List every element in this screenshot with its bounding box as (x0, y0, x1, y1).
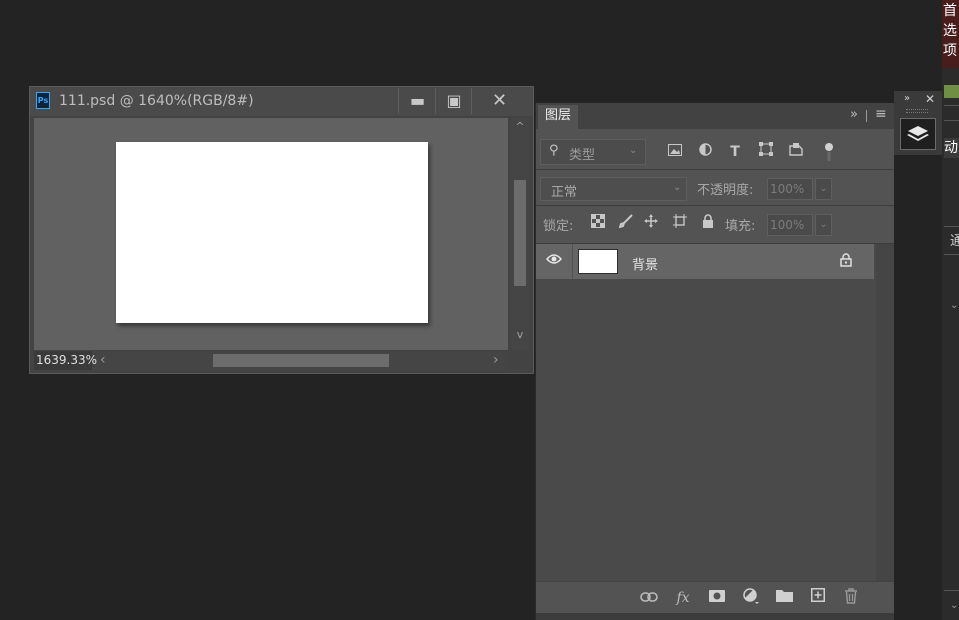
layers-list-scrollbar[interactable] (876, 244, 894, 581)
type-filter-icon[interactable]: T (724, 141, 746, 163)
opacity-label: 不透明度: (697, 183, 754, 198)
opacity-input[interactable]: 100% (767, 178, 813, 200)
fill-dropdown-icon[interactable]: ⌄ (815, 214, 832, 236)
delete-layer-icon[interactable] (839, 588, 863, 608)
collapse-panel-icon[interactable]: » (850, 107, 858, 122)
layer-name[interactable]: 背景 (632, 254, 658, 273)
close-button[interactable]: ✕ (471, 88, 527, 114)
panel-resize-grip[interactable] (536, 613, 894, 620)
photoshop-icon: Ps (36, 92, 50, 109)
divider (536, 205, 894, 206)
lock-transparency-icon[interactable] (587, 213, 609, 235)
layers-panel-footer: fx (536, 581, 894, 614)
animation-tab-label: 动 (944, 140, 958, 156)
filter-kind-select[interactable]: ⚲ 类型 ⌄ (540, 139, 646, 165)
filter-kind-label: 类型 (569, 148, 596, 163)
divider (944, 590, 959, 591)
collapsed-panel-dock: » ✕ (894, 91, 942, 155)
layers-dock-button[interactable] (900, 118, 936, 150)
link-layers-icon[interactable] (637, 588, 661, 608)
layer-thumbnail[interactable] (578, 249, 618, 274)
scroll-right-icon[interactable]: › (493, 351, 499, 370)
lock-pixels-icon[interactable] (615, 213, 637, 235)
channel-label: 通 (950, 234, 959, 249)
layers-list: 背景 (536, 244, 894, 581)
layers-panel: 图层 » ≡ ⚲ 类型 ⌄ T 正常 ⌄ 不透明度: 100% ⌄ 锁定: 填充… (535, 103, 894, 620)
prefs-char: 选 (943, 23, 957, 39)
add-mask-icon[interactable] (705, 588, 729, 608)
tab-layers[interactable]: 图层 (538, 105, 578, 129)
document-canvas[interactable] (116, 142, 428, 323)
document-title: 111.psd @ 1640%(RGB/8#) (59, 93, 254, 109)
divider (944, 254, 959, 255)
lock-artboard-icon[interactable] (669, 213, 691, 235)
close-dock-icon[interactable]: ✕ (925, 92, 935, 106)
header-divider (866, 110, 867, 122)
prefs-char: 项 (943, 43, 957, 59)
chevron-down-icon[interactable]: ⌄ (950, 300, 958, 311)
scroll-left-icon[interactable]: ‹ (100, 351, 106, 370)
horizontal-scroll-thumb[interactable] (213, 354, 389, 367)
minimize-button[interactable]: ▬ (398, 88, 436, 114)
fx-icon[interactable]: fx (671, 588, 695, 608)
shape-filter-icon[interactable] (755, 141, 777, 163)
filter-toggle-icon[interactable] (818, 141, 840, 163)
image-filter-icon[interactable] (664, 141, 686, 163)
divider (944, 120, 959, 121)
blend-mode-select[interactable]: 正常 ⌄ (540, 177, 687, 201)
layer-lock-icon (840, 253, 852, 270)
opacity-dropdown-icon[interactable]: ⌄ (815, 178, 832, 200)
divider (536, 169, 894, 170)
layer-row[interactable]: 背景 (536, 244, 874, 279)
canvas-area[interactable] (34, 118, 508, 350)
lock-position-icon[interactable] (640, 213, 662, 235)
layers-icon (907, 126, 929, 141)
document-titlebar[interactable]: Ps 111.psd @ 1640%(RGB/8#) ▬ ▣ ✕ (30, 87, 533, 116)
scroll-up-icon[interactable]: ^ (511, 120, 529, 133)
vertical-scrollbar[interactable]: ^ v (511, 118, 529, 350)
expand-panels-icon[interactable]: » (904, 93, 910, 104)
new-layer-icon[interactable] (806, 588, 830, 608)
vertical-scroll-thumb[interactable] (514, 180, 526, 286)
chevron-down-icon: ⌄ (673, 182, 682, 193)
adjustment-filter-icon[interactable] (694, 141, 716, 163)
scroll-down-icon[interactable]: v (511, 328, 529, 341)
new-adjustment-layer-icon[interactable] (739, 588, 763, 608)
status-bar: 1639.33% ‹ › (34, 351, 508, 370)
prefs-char: 首 (943, 3, 957, 19)
preferences-box[interactable]: 首 选 项 (942, 0, 959, 68)
maximize-button[interactable]: ▣ (435, 88, 472, 114)
new-group-folder-icon[interactable] (772, 588, 796, 608)
document-window[interactable]: Ps 111.psd @ 1640%(RGB/8#) ▬ ▣ ✕ ^ v 163… (29, 86, 534, 374)
fill-input[interactable]: 100% (767, 214, 813, 236)
lock-label: 锁定: (543, 219, 574, 234)
divider (944, 105, 959, 106)
layer-row-divider (572, 244, 573, 279)
dock-grip[interactable] (906, 109, 928, 113)
chevron-down-icon[interactable]: ⌄ (950, 600, 958, 611)
lock-all-icon[interactable] (697, 213, 719, 235)
layers-panel-header: 图层 » ≡ (536, 103, 894, 129)
search-icon: ⚲ (549, 143, 559, 158)
smart-object-filter-icon[interactable] (785, 141, 807, 163)
fill-label: 填充: (725, 219, 756, 234)
panel-menu-icon[interactable]: ≡ (875, 106, 887, 122)
visibility-eye-icon[interactable] (546, 253, 562, 269)
blend-mode-value: 正常 (551, 185, 578, 200)
zoom-level-field[interactable]: 1639.33% (34, 351, 97, 370)
chevron-down-icon: ⌄ (629, 145, 638, 156)
right-clipped-panel: 首 选 项 动 通 ⌄ ⌄ (942, 0, 959, 620)
divider (944, 226, 959, 227)
green-indicator (944, 85, 959, 98)
